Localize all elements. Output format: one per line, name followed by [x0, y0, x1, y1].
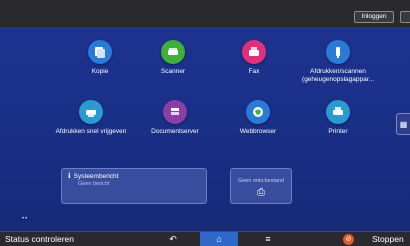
menu-icon: ≡	[265, 234, 271, 244]
app-label: Afdrukken/scannen	[310, 68, 366, 75]
back-button[interactable]: ↶	[155, 232, 191, 246]
system-message-text: Geen bericht	[78, 181, 110, 187]
app-printer[interactable]: Printer	[293, 100, 383, 136]
app-afdrukken-scannen[interactable]: Afdrukken/scannen (geheugenopslagappar..…	[293, 40, 383, 84]
stop-label: Stoppen	[372, 234, 404, 244]
fax-tray-icon: ⎙	[257, 187, 265, 198]
back-arrow-icon: ↶	[169, 234, 177, 244]
system-message-widget[interactable]: ℹ Systeembericht Geen bericht	[61, 168, 207, 204]
stop-button[interactable]: ⊘ Stoppen	[340, 232, 410, 246]
received-file-widget[interactable]: Geen ontv.bestand ⎙	[230, 168, 292, 204]
app-afdrukken-snel-vrijgeven[interactable]: Afdrukken snel vrijgeven	[46, 100, 136, 136]
app-label: Webbrowser	[239, 128, 277, 135]
page-indicator-dots: ••	[22, 216, 29, 222]
copy-icon	[88, 40, 112, 64]
home-screen: Inloggen Kopie Scanner Fax Afdrukken/sca…	[0, 0, 410, 246]
home-button[interactable]: ⌂	[200, 232, 238, 246]
app-documentserver[interactable]: Documentserver	[130, 100, 220, 136]
app-fax[interactable]: Fax	[209, 40, 299, 76]
grid-icon: ▦	[399, 119, 408, 129]
app-scanner[interactable]: Scanner	[128, 40, 218, 76]
printer-icon	[326, 100, 350, 124]
fax-icon	[242, 40, 266, 64]
info-icon: ℹ	[68, 173, 71, 180]
app-webbrowser[interactable]: Webbrowser	[213, 100, 303, 136]
scanner-icon	[161, 40, 185, 64]
app-label: Documentserver	[151, 128, 199, 135]
app-label: Fax	[248, 68, 260, 75]
top-right-tab[interactable]	[400, 11, 410, 23]
system-message-title: Systeembericht	[73, 172, 119, 180]
quick-print-icon	[79, 100, 103, 124]
document-server-icon	[163, 100, 187, 124]
menu-button[interactable]: ≡	[250, 232, 286, 246]
app-label: Afdrukken snel vrijgeven	[55, 128, 127, 135]
bottom-bar: Status controleren ↶ ⌂ ≡ ⊘ Stoppen	[0, 231, 410, 246]
login-button[interactable]: Inloggen	[354, 11, 394, 23]
app-label-line2: (geheugenopslagappar...	[302, 76, 374, 83]
usb-icon	[326, 40, 350, 64]
received-file-title: Geen ontv.bestand	[237, 178, 285, 184]
app-grid-handle[interactable]: ▦	[396, 113, 410, 135]
status-check-button[interactable]: Status controleren	[0, 232, 112, 246]
home-icon: ⌂	[216, 234, 222, 244]
stop-icon: ⊘	[343, 234, 354, 245]
app-label: Scanner	[160, 68, 186, 75]
top-bar: Inloggen	[0, 0, 410, 27]
app-label: Printer	[328, 128, 348, 135]
globe-icon	[246, 100, 270, 124]
